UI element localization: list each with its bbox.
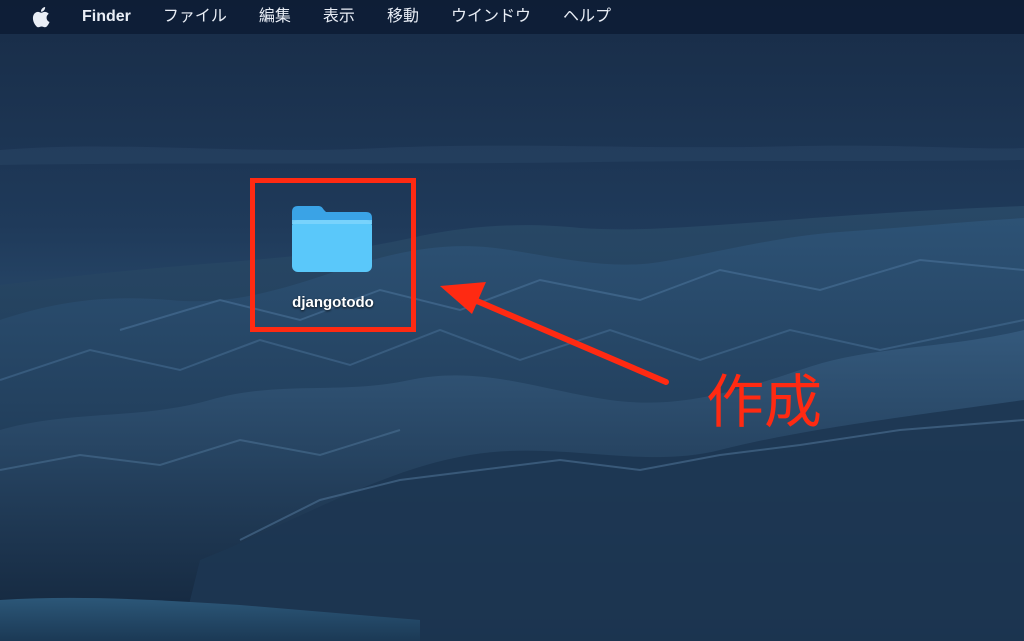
menu-go[interactable]: 移動 xyxy=(371,0,435,34)
menu-app-finder[interactable]: Finder xyxy=(82,0,147,34)
menu-view[interactable]: 表示 xyxy=(307,0,371,34)
menu-bar: Finder ファイル 編集 表示 移動 ウインドウ ヘルプ xyxy=(0,0,1024,34)
menu-window[interactable]: ウインドウ xyxy=(435,0,547,34)
menu-help[interactable]: ヘルプ xyxy=(547,0,627,34)
apple-icon[interactable] xyxy=(30,5,52,29)
desktop-screen: Finder ファイル 編集 表示 移動 ウインドウ ヘルプ djangotod… xyxy=(0,0,1024,641)
arrow-icon xyxy=(440,282,669,385)
menu-file[interactable]: ファイル xyxy=(147,0,243,34)
menu-edit[interactable]: 編集 xyxy=(243,0,307,34)
annotation-label: 作成 xyxy=(706,370,823,435)
annotation-highlight-box xyxy=(250,178,416,332)
